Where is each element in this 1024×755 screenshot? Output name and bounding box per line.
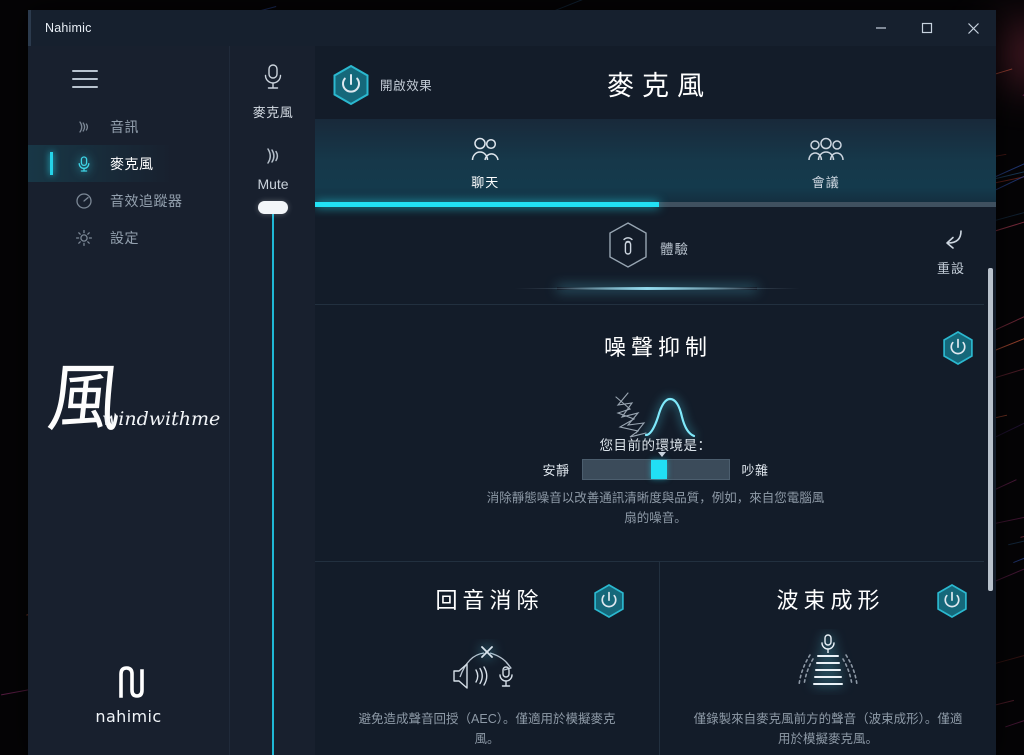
card-description: 避免造成聲音回授（AEC）。僅適用於模擬麥克風。 bbox=[315, 709, 659, 749]
mute-label: Mute bbox=[257, 176, 288, 192]
sidebar-nav: 音訊 麥克風 音效追蹤器 設定 bbox=[28, 108, 229, 256]
card-description: 消除靜態噪音以改善通訊清晰度與品質，例如，來自您電腦風扇的噪音。 bbox=[315, 488, 996, 528]
scale-max-label: 吵雜 bbox=[742, 460, 769, 479]
scale-min-label: 安靜 bbox=[542, 460, 569, 479]
sidebar-item-label: 音效追蹤器 bbox=[110, 191, 183, 211]
tab-label: 會議 bbox=[812, 172, 840, 191]
two-people-icon bbox=[468, 136, 502, 167]
sound-tracker-icon bbox=[74, 191, 94, 211]
three-people-icon bbox=[807, 136, 845, 167]
environment-meter-fill bbox=[651, 460, 667, 479]
watermark-latin: windwithme bbox=[102, 408, 220, 430]
profile-row: 體驗 bbox=[315, 207, 996, 304]
brand-name: nahimic bbox=[95, 707, 161, 726]
watermark: 風 windwithme bbox=[40, 366, 230, 466]
sidebar-item-sound-tracker[interactable]: 音效追蹤器 bbox=[28, 182, 229, 219]
sidebar-item-microphone[interactable]: 麥克風 bbox=[28, 145, 229, 182]
echo-cancellation-toggle[interactable] bbox=[593, 583, 625, 619]
undo-arrow-icon bbox=[918, 228, 984, 255]
window-controls bbox=[858, 10, 996, 46]
maximize-button[interactable] bbox=[904, 10, 950, 46]
sidebar: 音訊 麥克風 音效追蹤器 設定 風 windwithme nahimic bbox=[28, 46, 229, 755]
content-header: 開啟效果 麥克風 bbox=[315, 46, 996, 119]
mute-button[interactable]: Mute bbox=[230, 144, 316, 194]
hamburger-icon-line bbox=[72, 78, 98, 80]
experience-profile-button[interactable] bbox=[607, 221, 649, 269]
sidebar-item-label: 麥克風 bbox=[110, 154, 154, 174]
mic-signal-hexagon-icon bbox=[607, 221, 649, 269]
hamburger-icon-line bbox=[72, 70, 98, 72]
effects-cards: 噪聲抑制 您目前的環境是： 安靜 吵雜 消除靜態噪音以改善通訊清晰度與品質，例如… bbox=[315, 304, 996, 755]
card-beamforming: 波束成形 僅錄製來自麥克風前方的聲音（波束成形）。僅適用於模擬麥克風。 bbox=[660, 561, 996, 755]
sidebar-item-audio[interactable]: 音訊 bbox=[28, 108, 229, 145]
environment-label: 您目前的環境是： bbox=[315, 434, 996, 454]
card-title: 噪聲抑制 bbox=[315, 330, 996, 362]
title-bar[interactable]: Nahimic bbox=[28, 10, 996, 46]
echo-icon-wrap bbox=[315, 639, 659, 695]
power-icon bbox=[593, 583, 625, 619]
tab-label: 聊天 bbox=[471, 172, 499, 191]
noise-suppression-toggle[interactable] bbox=[942, 330, 974, 366]
beam-icon-wrap bbox=[660, 629, 996, 695]
environment-meter bbox=[582, 459, 730, 480]
profile-glow-line bbox=[557, 287, 757, 290]
beamforming-toggle[interactable] bbox=[936, 583, 968, 619]
reset-button[interactable]: 重設 bbox=[918, 228, 984, 278]
environment-meter-row: 安靜 吵雜 bbox=[315, 459, 996, 480]
power-icon bbox=[936, 583, 968, 619]
close-button[interactable] bbox=[950, 10, 996, 46]
card-echo-cancellation: 回音消除 避免造成聲音回授（AEC）。僅適用於模擬麥克風。 bbox=[315, 561, 659, 755]
microphone-icon bbox=[230, 62, 316, 97]
mic-beam-icon bbox=[793, 629, 863, 695]
title-accent-bar bbox=[28, 10, 31, 46]
content-scrollbar[interactable] bbox=[984, 268, 996, 755]
volume-slider-handle[interactable] bbox=[258, 201, 288, 214]
experience-label: 體驗 bbox=[660, 238, 689, 258]
audio-waves-icon bbox=[74, 117, 94, 137]
main-content: 開啟效果 麥克風 聊天 會議 體驗 重設 噪聲抑制 您目前的環境是： 安靜 吵雜… bbox=[315, 46, 996, 755]
window-title: Nahimic bbox=[45, 21, 92, 35]
card-description: 僅錄製來自麥克風前方的聲音（波束成形）。僅適用於模擬麥克風。 bbox=[660, 709, 996, 749]
maximize-icon bbox=[921, 22, 933, 34]
environment-meter-marker bbox=[658, 452, 666, 457]
watermark-cjk: 風 bbox=[44, 362, 126, 436]
noise-icon-wrap bbox=[315, 383, 996, 441]
sidebar-item-label: 音訊 bbox=[110, 117, 139, 137]
gear-icon bbox=[74, 228, 94, 248]
tab-chat[interactable]: 聊天 bbox=[315, 119, 656, 207]
hamburger-menu-button[interactable] bbox=[72, 70, 98, 88]
brand-footer: nahimic bbox=[28, 665, 229, 727]
device-label: 麥克風 bbox=[253, 105, 294, 120]
sidebar-item-settings[interactable]: 設定 bbox=[28, 219, 229, 256]
volume-slider-track[interactable] bbox=[272, 214, 274, 755]
volume-panel: 麥克風 Mute bbox=[229, 46, 316, 755]
device-indicator[interactable]: 麥克風 bbox=[230, 62, 316, 122]
scrollbar-thumb[interactable] bbox=[988, 268, 993, 591]
page-title: 麥克風 bbox=[315, 64, 996, 103]
minimize-button[interactable] bbox=[858, 10, 904, 46]
noise-wave-icon bbox=[608, 383, 704, 441]
tab-bar: 聊天 會議 bbox=[315, 119, 996, 207]
nahimic-logo-icon bbox=[114, 665, 144, 699]
microphone-icon bbox=[74, 154, 94, 174]
sound-waves-icon bbox=[230, 144, 316, 173]
reset-label: 重設 bbox=[937, 261, 965, 276]
minimize-icon bbox=[875, 22, 887, 34]
sidebar-item-label: 設定 bbox=[110, 228, 139, 248]
power-icon bbox=[942, 330, 974, 366]
speaker-x-mic-icon bbox=[446, 639, 528, 695]
tab-conference[interactable]: 會議 bbox=[656, 119, 997, 207]
hamburger-icon-line bbox=[72, 86, 98, 88]
card-noise-suppression: 噪聲抑制 您目前的環境是： 安靜 吵雜 消除靜態噪音以改善通訊清晰度與品質，例如… bbox=[315, 304, 996, 561]
close-icon bbox=[967, 22, 980, 35]
nahimic-window: Nahimic 音訊 麥克風 音效追蹤器 設定 風 windwithme nah… bbox=[28, 10, 996, 755]
